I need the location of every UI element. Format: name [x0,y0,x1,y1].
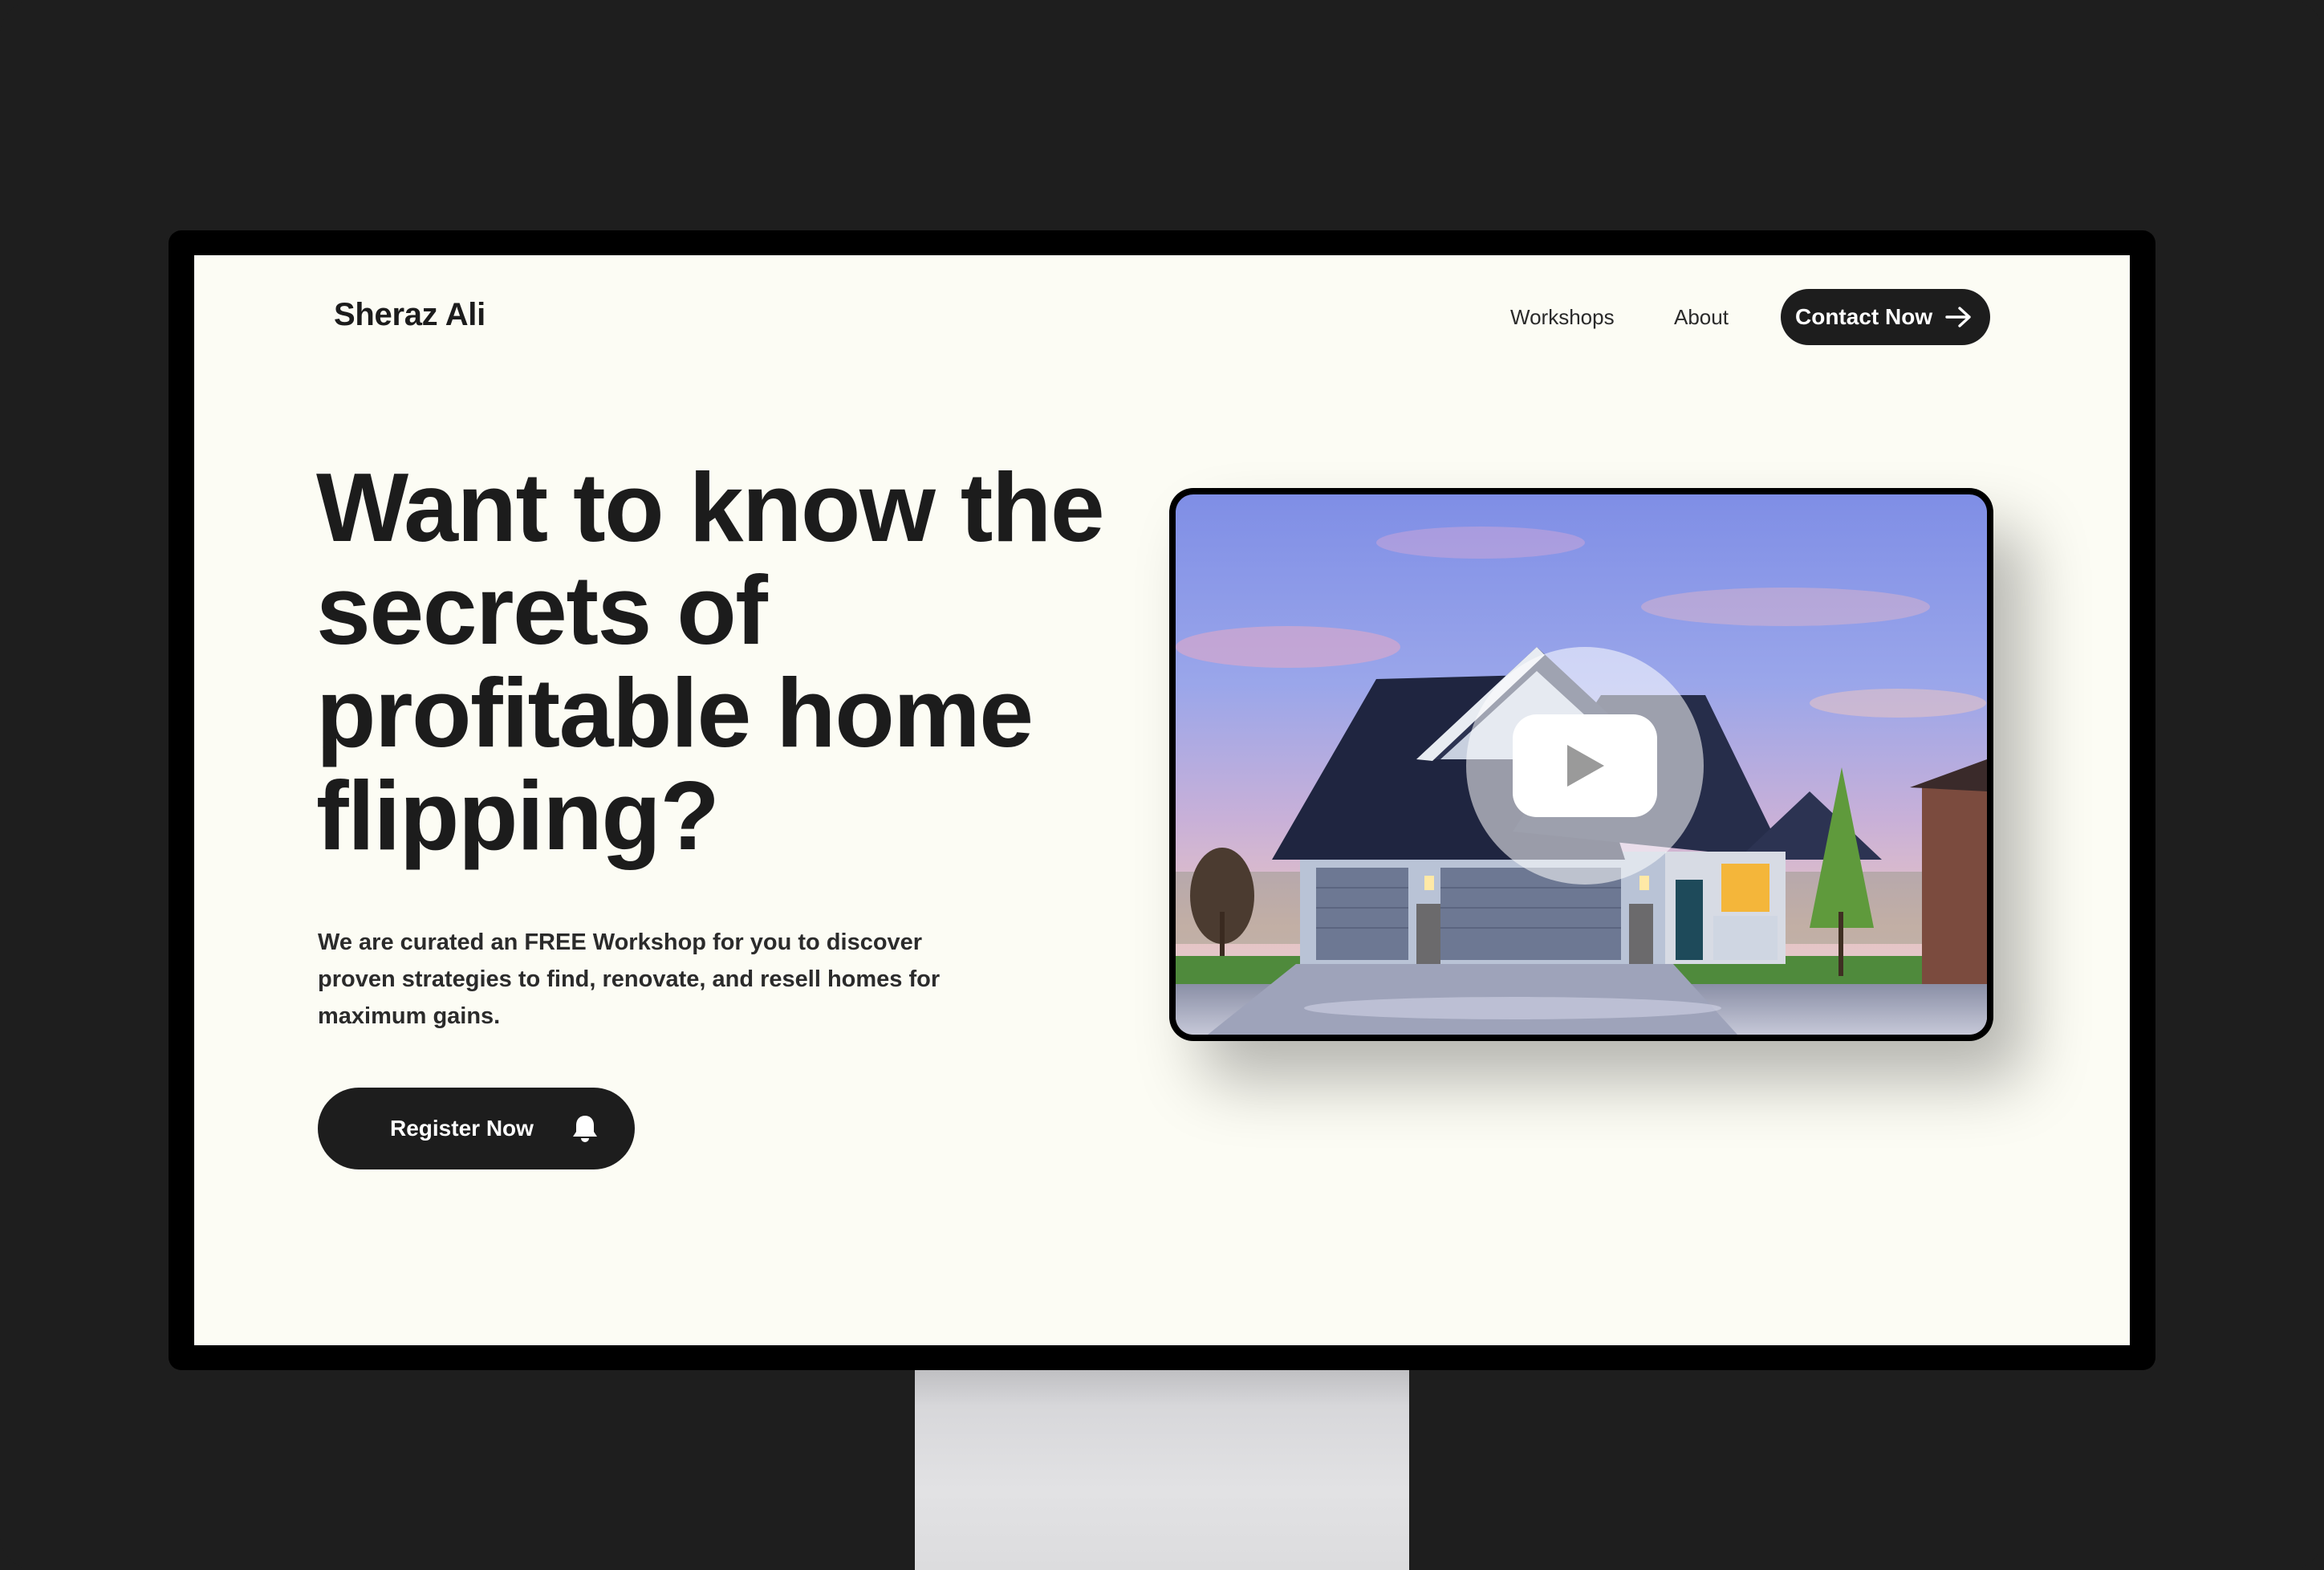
nav-link-workshops[interactable]: Workshops [1510,305,1615,330]
nav-link-about[interactable]: About [1674,305,1729,330]
video-player[interactable] [1169,488,1993,1041]
landing-page: Sheraz Ali Workshops About Contact Now W… [194,255,2130,1345]
play-icon [1567,745,1604,787]
brand-logo[interactable]: Sheraz Ali [334,297,486,333]
play-overlay[interactable] [1466,647,1704,885]
register-now-button[interactable]: Register Now [318,1088,635,1169]
monitor-stand [915,1370,1409,1570]
hero-description: We are curated an FREE Workshop for you … [318,929,941,1029]
contact-now-button[interactable]: Contact Now [1781,289,1990,345]
video-thumbnail [1176,494,1987,1035]
mockup-stage: Sheraz Ali Workshops About Contact Now W… [0,0,2324,1570]
play-button[interactable] [1513,714,1657,817]
bell-icon [572,1116,597,1142]
arrow-right-icon [1945,307,1971,327]
register-now-label: Register Now [390,1116,534,1141]
hero-headline: Want to know the secrets of profitable h… [316,453,1105,870]
contact-now-label: Contact Now [1795,304,1933,329]
